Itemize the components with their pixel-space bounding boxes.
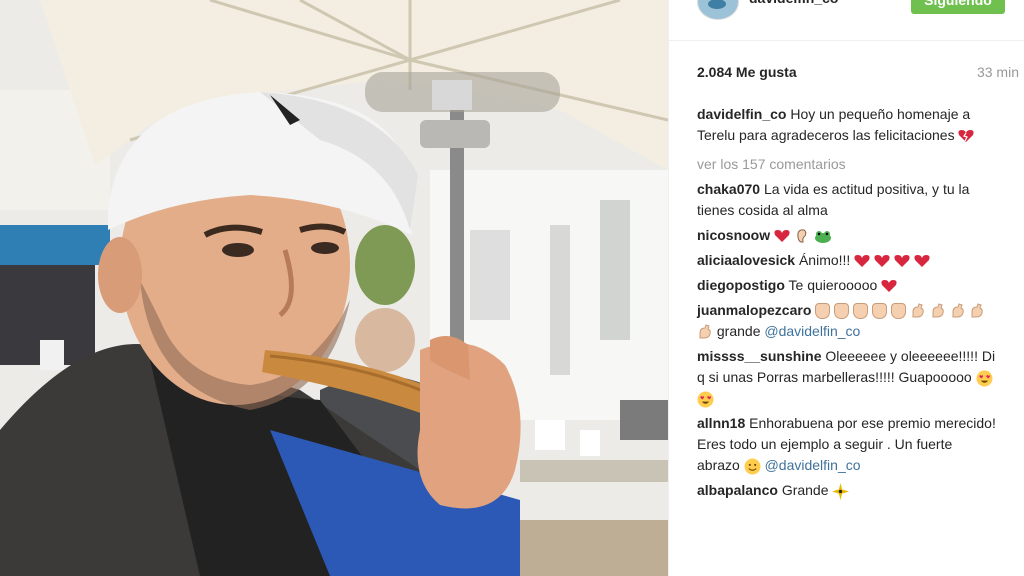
flexed-biceps-icon xyxy=(932,303,944,318)
post-header: davidelfin_co Siguiendo xyxy=(669,0,1024,41)
comments-list: davidelfin_co Hoy un pequeño homenaje a … xyxy=(697,104,997,505)
heart-eyes-face-icon xyxy=(976,370,993,387)
comment-username[interactable]: aliciaalovesick xyxy=(697,252,795,268)
comment: aliciaalovesick Ánimo!!! xyxy=(697,250,997,271)
header-username[interactable]: davidelfin_co xyxy=(749,0,838,6)
photo-illustration xyxy=(0,0,668,576)
heart-icon xyxy=(854,255,870,268)
post-time[interactable]: 33 min xyxy=(977,64,1019,80)
heart-icon xyxy=(894,255,910,268)
comment-text: Ánimo!!! xyxy=(798,252,851,268)
clapping-hands-icon xyxy=(890,303,906,320)
comment-text: Grande xyxy=(781,482,829,498)
comment-username[interactable]: allnn18 xyxy=(697,415,745,431)
comment: chaka070 La vida es actitud positiva, y … xyxy=(697,179,997,221)
caption-username[interactable]: davidelfin_co xyxy=(697,106,786,122)
post-side-panel: davidelfin_co Siguiendo 2.084 Me gusta 3… xyxy=(668,0,1024,576)
flexed-biceps-icon xyxy=(952,303,964,318)
mention-link[interactable]: @davidelfin_co xyxy=(764,323,860,339)
flexed-biceps-icon xyxy=(912,303,924,318)
sparkle-icon xyxy=(832,482,850,500)
comment: nicosnoow xyxy=(697,225,997,246)
frog-icon xyxy=(814,231,831,244)
comment-text: grande xyxy=(716,323,761,339)
view-all-comments-link[interactable]: ver los 157 comentarios xyxy=(697,154,997,175)
likes-count[interactable]: 2.084 Me gusta xyxy=(697,64,797,80)
comment-username[interactable]: chaka070 xyxy=(697,181,760,197)
comment-username[interactable]: diegopostigo xyxy=(697,277,785,293)
flexed-biceps-icon xyxy=(699,324,711,339)
clapping-hands-icon xyxy=(871,303,887,320)
ear-icon xyxy=(797,229,807,243)
clapping-hands-icon xyxy=(853,303,869,320)
comment-text: Te quierooooo xyxy=(788,277,878,293)
follow-button[interactable]: Siguiendo xyxy=(911,0,1005,14)
mention-link[interactable]: @davidelfin_co xyxy=(765,457,861,473)
comment: albapalanco Grande xyxy=(697,480,997,501)
clapping-hands-icon xyxy=(834,303,850,320)
comment-username[interactable]: juanmalopezcaro xyxy=(697,302,811,318)
clapping-hands-icon xyxy=(815,303,831,320)
heart-icon xyxy=(874,255,890,268)
comment: juanmalopezcaro grande @davidelfin_co xyxy=(697,300,997,342)
likes-row: 2.084 Me gusta 33 min xyxy=(697,64,1019,84)
avatar[interactable] xyxy=(697,0,739,20)
comment: allnn18 Enhorabuena por ese premio merec… xyxy=(697,413,997,476)
broken-heart-icon xyxy=(958,130,975,143)
heart-icon xyxy=(881,280,897,293)
comment-username[interactable]: albapalanco xyxy=(697,482,778,498)
comment: missss__sunshine Oleeeeee y oleeeeee!!!!… xyxy=(697,346,997,409)
comment-username[interactable]: nicosnoow xyxy=(697,227,770,243)
caption: davidelfin_co Hoy un pequeño homenaje a … xyxy=(697,104,997,146)
comment: diegopostigo Te quierooooo xyxy=(697,275,997,296)
flexed-biceps-icon xyxy=(971,303,984,318)
comment-username[interactable]: missss__sunshine xyxy=(697,348,822,364)
heart-icon xyxy=(914,255,930,268)
heart-eyes-face-icon xyxy=(697,391,714,408)
heart-icon xyxy=(774,230,790,243)
post-photo[interactable] xyxy=(0,0,668,576)
smiling-face-icon xyxy=(744,458,761,475)
